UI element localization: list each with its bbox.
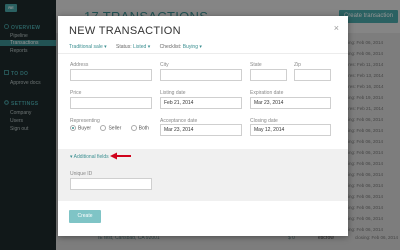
arrow-left-icon xyxy=(110,152,131,160)
radio-dot xyxy=(130,125,137,131)
radio-both[interactable]: Both xyxy=(130,125,149,131)
address-label: Address xyxy=(70,62,89,68)
radio-dot xyxy=(100,125,107,131)
checklist-filter[interactable]: Checklist: Buying ▾ xyxy=(160,44,202,50)
representing-label: Representing xyxy=(70,118,100,124)
unique-id-label: Unique ID xyxy=(70,171,93,177)
new-transaction-modal: NEW TRANSACTION × Traditional sale ▾ Sta… xyxy=(58,16,348,236)
transaction-type-select[interactable]: Traditional sale ▾ xyxy=(69,44,107,50)
additional-fields-toggle[interactable]: ▾ Additional fields xyxy=(70,154,109,160)
state-label: State xyxy=(250,62,262,68)
listing-date-field[interactable]: Feb 21, 2014 xyxy=(160,97,242,109)
additional-fields-panel: ▾ Additional fields Unique ID xyxy=(58,149,348,201)
expiration-date-field[interactable]: Mar 23, 2014 xyxy=(250,97,331,109)
listing-date-label: Listing date xyxy=(160,90,186,96)
expiration-date-label: Expiration date xyxy=(250,90,284,96)
divider xyxy=(58,53,348,54)
acceptance-date-field[interactable]: Mar 23, 2014 xyxy=(160,124,242,136)
price-label: Price xyxy=(70,90,82,96)
price-field[interactable] xyxy=(70,97,152,109)
state-field[interactable] xyxy=(250,69,287,81)
radio-buyer[interactable]: Buyer xyxy=(70,125,91,131)
create-button[interactable]: Create xyxy=(69,210,101,223)
city-label: City xyxy=(160,62,169,68)
city-field[interactable] xyxy=(160,69,242,81)
modal-title: NEW TRANSACTION xyxy=(69,25,181,37)
radio-dot xyxy=(70,125,76,131)
zip-field[interactable] xyxy=(294,69,331,81)
radio-seller[interactable]: Seller xyxy=(100,125,121,131)
transaction-filters: Traditional sale ▾ Status: Listed ▾ Chec… xyxy=(69,44,210,50)
status-filter[interactable]: Status: Listed ▾ xyxy=(116,44,150,50)
zip-label: Zip xyxy=(294,62,301,68)
representing-radio-group: Buyer Seller Both xyxy=(70,125,157,131)
closing-date-field[interactable]: May 12, 2014 xyxy=(250,124,331,136)
unique-id-field[interactable] xyxy=(70,178,152,190)
address-field[interactable] xyxy=(70,69,152,81)
close-icon[interactable]: × xyxy=(334,23,339,33)
